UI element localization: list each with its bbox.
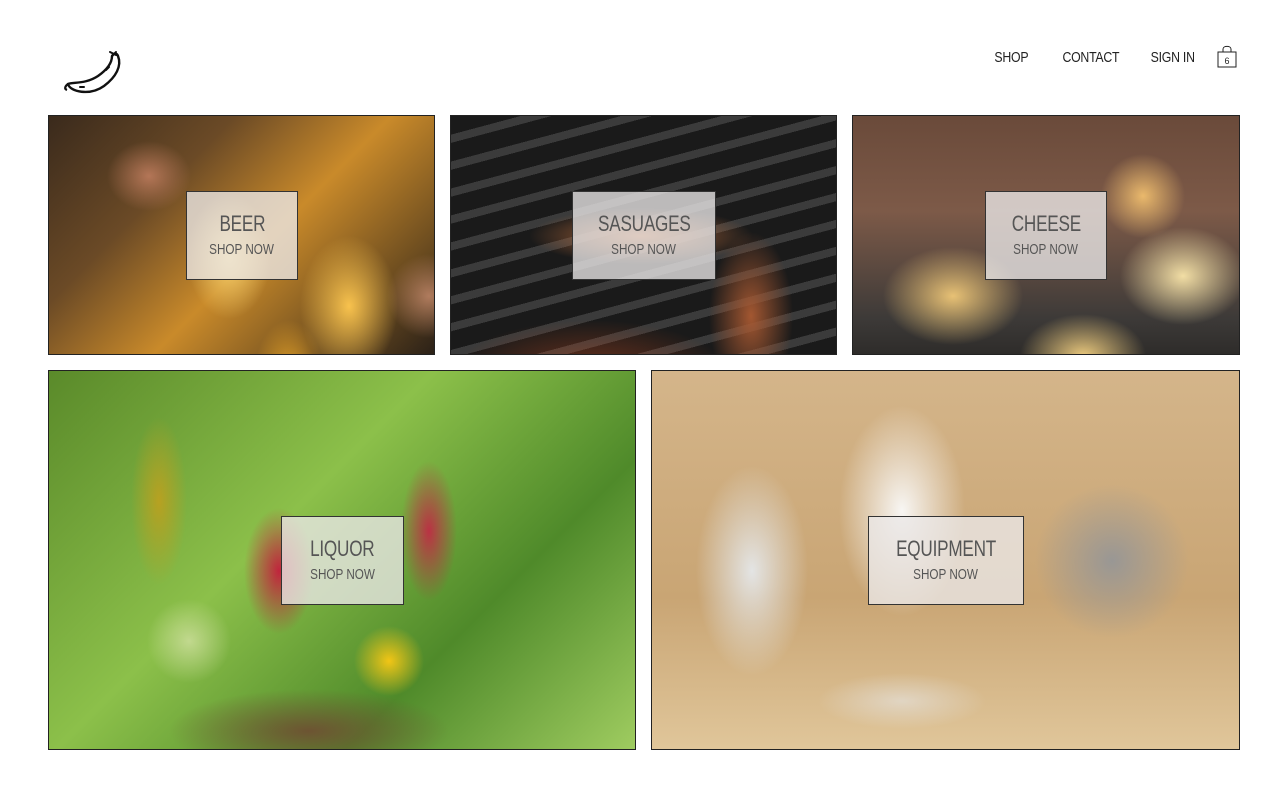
cart-button[interactable]: 6 (1217, 44, 1239, 70)
shop-now-link[interactable]: SHOP NOW (210, 240, 275, 260)
cart-count: 6 (1224, 56, 1230, 66)
category-title: LIQUOR (310, 535, 375, 561)
shop-now-link[interactable]: SHOP NOW (310, 565, 375, 585)
category-tile-beer[interactable]: BEER SHOP NOW (48, 115, 435, 355)
sausage-icon[interactable] (60, 46, 126, 98)
page: SHOP CONTACT SIGN IN 6 BEER SHOP NOW SAS… (0, 0, 1287, 785)
shop-now-link[interactable]: SHOP NOW (914, 565, 979, 585)
nav-sign-in[interactable]: SIGN IN (1151, 49, 1195, 66)
main-nav: SHOP CONTACT SIGN IN 6 (965, 44, 1239, 70)
category-label-box[interactable]: SASUAGES SHOP NOW (572, 191, 716, 280)
category-label-box[interactable]: CHEESE SHOP NOW (985, 191, 1107, 280)
category-tile-sausages[interactable]: SASUAGES SHOP NOW (450, 115, 837, 355)
category-title: BEER (219, 210, 265, 236)
category-tile-equipment[interactable]: EQUIPMENT SHOP NOW (651, 370, 1240, 750)
category-label-box[interactable]: LIQUOR SHOP NOW (281, 516, 404, 605)
shop-now-link[interactable]: SHOP NOW (1014, 240, 1079, 260)
category-title: SASUAGES (597, 210, 691, 236)
category-label-box[interactable]: BEER SHOP NOW (186, 191, 298, 280)
category-title: CHEESE (1011, 210, 1081, 236)
nav-contact[interactable]: CONTACT (1062, 49, 1119, 66)
nav-shop[interactable]: SHOP (994, 49, 1028, 66)
category-tile-liquor[interactable]: LIQUOR SHOP NOW (48, 370, 636, 750)
shop-now-link[interactable]: SHOP NOW (612, 240, 677, 260)
category-tile-cheese[interactable]: CHEESE SHOP NOW (852, 115, 1240, 355)
category-title: EQUIPMENT (896, 535, 996, 561)
category-label-box[interactable]: EQUIPMENT SHOP NOW (868, 516, 1024, 605)
